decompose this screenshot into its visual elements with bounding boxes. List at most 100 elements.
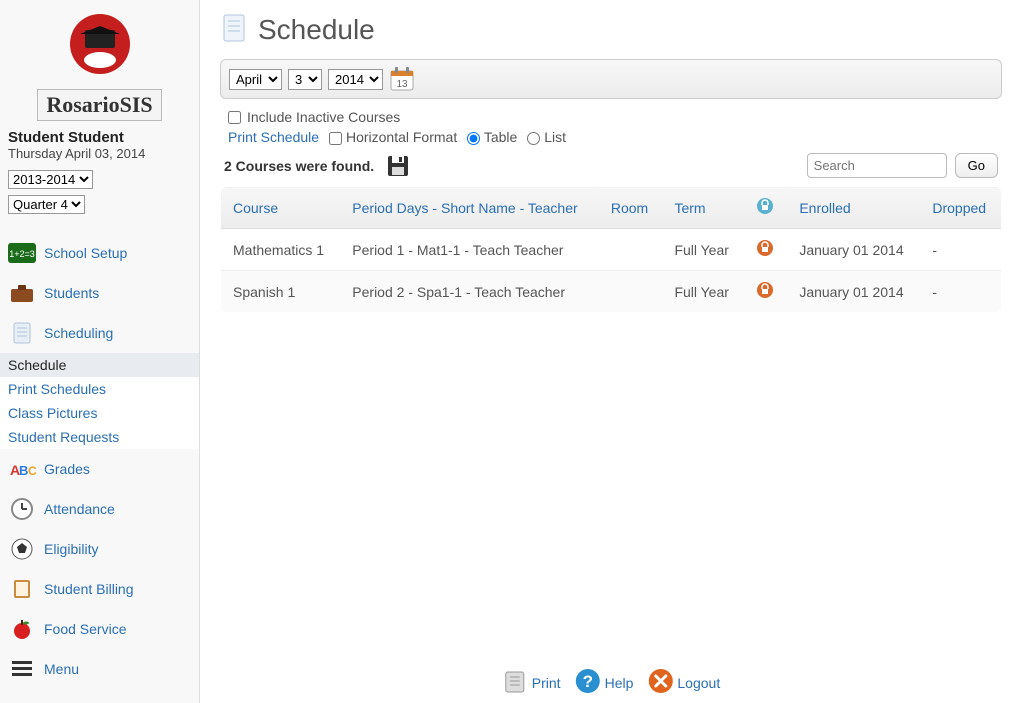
logo-area: RosarioSIS <box>0 8 199 129</box>
col-period[interactable]: Period Days - Short Name - Teacher <box>340 187 599 229</box>
print-icon <box>502 668 528 697</box>
nav-label: Student Billing <box>44 581 134 597</box>
logo-icon <box>55 12 145 82</box>
nav-eligibility[interactable]: Eligibility <box>0 529 199 569</box>
nav-label: Menu <box>44 661 79 677</box>
search-input[interactable] <box>807 153 947 178</box>
view-table-radio[interactable] <box>467 132 480 145</box>
page-icon <box>220 12 248 47</box>
brand-name: RosarioSIS <box>37 89 161 121</box>
results-count: 2 Courses were found. <box>224 158 374 174</box>
subnav-print-schedules[interactable]: Print Schedules <box>0 377 199 401</box>
col-room[interactable]: Room <box>599 187 663 229</box>
abc-icon: ABC <box>8 457 36 481</box>
sidebar: RosarioSIS Student Student Thursday Apri… <box>0 0 200 703</box>
date-toolbar: April 3 2014 13 <box>220 59 1002 99</box>
nav-student-billing[interactable]: Student Billing <box>0 569 199 609</box>
subnav-class-pictures[interactable]: Class Pictures <box>0 401 199 425</box>
cell-course: Spanish 1 <box>221 271 341 313</box>
lock-icon <box>756 286 774 302</box>
clock-icon <box>8 497 36 521</box>
nav-label: Attendance <box>44 501 115 517</box>
svg-text:13: 13 <box>396 79 408 90</box>
schedule-table: Course Period Days - Short Name - Teache… <box>220 186 1002 313</box>
cell-term: Full Year <box>662 229 743 271</box>
cell-enrolled: January 01 2014 <box>787 229 920 271</box>
cell-room <box>599 229 663 271</box>
logout-icon <box>647 668 673 697</box>
subnav: Schedule Print Schedules Class Pictures … <box>0 353 199 449</box>
subnav-student-requests[interactable]: Student Requests <box>0 425 199 449</box>
year-input-select[interactable]: 2014 <box>328 69 383 90</box>
nav-menu[interactable]: Menu <box>0 649 199 689</box>
view-list-label: List <box>544 129 566 145</box>
nav-label: School Setup <box>44 245 127 261</box>
cell-dropped: - <box>920 229 1001 271</box>
footer-logout[interactable]: Logout <box>647 668 720 697</box>
soccer-icon <box>8 537 36 561</box>
footer-label: Logout <box>677 675 720 691</box>
calendar-icon[interactable]: 13 <box>389 66 415 92</box>
cell-period: Period 1 - Mat1-1 - Teach Teacher <box>340 229 599 271</box>
print-schedule-link[interactable]: Print Schedule <box>228 129 319 145</box>
table-row: Mathematics 1 Period 1 - Mat1-1 - Teach … <box>221 229 1002 271</box>
help-icon: ? <box>575 668 601 697</box>
footer: Print ? Help Logout <box>502 668 720 697</box>
nav-school-setup[interactable]: 1+2=3 School Setup <box>0 233 199 273</box>
briefcase-icon <box>8 281 36 305</box>
svg-text:C: C <box>28 464 36 478</box>
document-icon <box>8 321 36 345</box>
nav-scheduling[interactable]: Scheduling <box>0 313 199 353</box>
col-enrolled[interactable]: Enrolled <box>787 187 920 229</box>
footer-print[interactable]: Print <box>502 668 561 697</box>
horizontal-format-label: Horizontal Format <box>346 129 457 145</box>
horizontal-format-checkbox[interactable] <box>329 132 342 145</box>
cell-dropped: - <box>920 271 1001 313</box>
save-icon[interactable] <box>386 154 410 178</box>
svg-text:1+2=3: 1+2=3 <box>9 249 35 259</box>
apple-icon <box>8 617 36 641</box>
include-inactive-label: Include Inactive Courses <box>247 109 400 125</box>
page-title: Schedule <box>258 14 375 46</box>
chalkboard-icon: 1+2=3 <box>8 241 36 265</box>
nav: 1+2=3 School Setup Students Scheduling S… <box>0 233 199 689</box>
month-select[interactable]: April <box>229 69 282 90</box>
footer-label: Print <box>532 675 561 691</box>
view-list-radio[interactable] <box>527 132 540 145</box>
cell-room <box>599 271 663 313</box>
nav-label: Food Service <box>44 621 126 637</box>
subnav-schedule[interactable]: Schedule <box>0 353 199 377</box>
quarter-select[interactable]: Quarter 4 <box>8 195 85 214</box>
cell-lock[interactable] <box>744 271 788 313</box>
nav-food-service[interactable]: Food Service <box>0 609 199 649</box>
nav-grades[interactable]: ABC Grades <box>0 449 199 489</box>
lock-icon <box>756 244 774 260</box>
nav-label: Eligibility <box>44 541 98 557</box>
cell-period: Period 2 - Spa1-1 - Teach Teacher <box>340 271 599 313</box>
col-term[interactable]: Term <box>662 187 743 229</box>
cell-enrolled: January 01 2014 <box>787 271 920 313</box>
include-inactive-checkbox[interactable] <box>228 111 241 124</box>
nav-students[interactable]: Students <box>0 273 199 313</box>
footer-help[interactable]: ? Help <box>575 668 634 697</box>
student-name: Student Student <box>0 129 199 146</box>
year-select[interactable]: 2013-2014 <box>8 170 93 189</box>
book-icon <box>8 577 36 601</box>
cell-course: Mathematics 1 <box>221 229 341 271</box>
table-row: Spanish 1 Period 2 - Spa1-1 - Teach Teac… <box>221 271 1002 313</box>
lock-header-icon <box>756 202 774 218</box>
main: Schedule April 3 2014 13 Include Inactiv… <box>200 0 1022 703</box>
view-table-label: Table <box>484 129 517 145</box>
svg-text:?: ? <box>582 672 592 691</box>
nav-label: Students <box>44 285 99 301</box>
col-dropped[interactable]: Dropped <box>920 187 1001 229</box>
day-select[interactable]: 3 <box>288 69 322 90</box>
col-course[interactable]: Course <box>221 187 341 229</box>
nav-attendance[interactable]: Attendance <box>0 489 199 529</box>
svg-text:B: B <box>19 463 28 478</box>
col-lock[interactable] <box>744 187 788 229</box>
cell-lock[interactable] <box>744 229 788 271</box>
footer-label: Help <box>605 675 634 691</box>
go-button[interactable]: Go <box>955 153 998 178</box>
nav-label: Grades <box>44 461 90 477</box>
